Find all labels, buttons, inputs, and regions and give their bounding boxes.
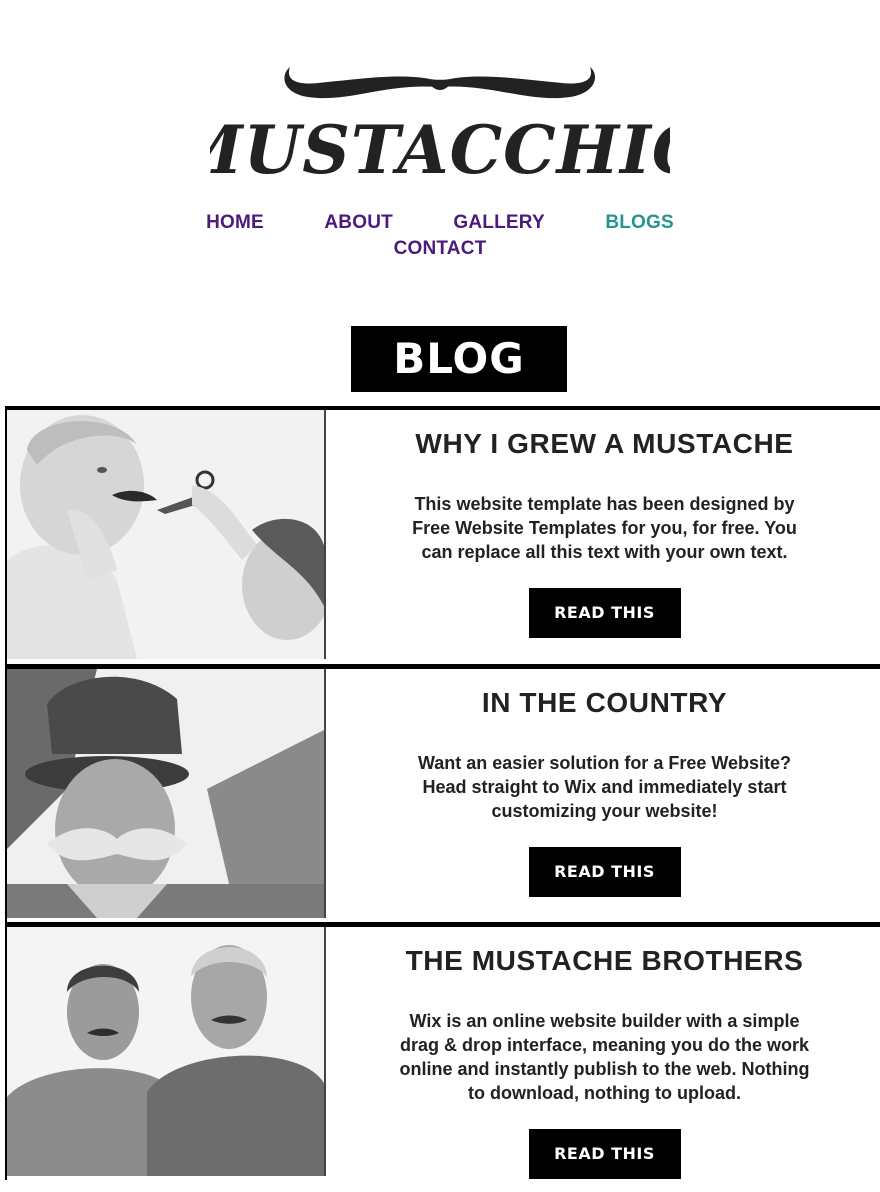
two-smiling-men-photo[interactable] bbox=[7, 927, 326, 1176]
blog-post: THE MUSTACHE BROTHERS Wix is an online w… bbox=[5, 922, 880, 1180]
post-title[interactable]: WHY I GREW A MUSTACHE bbox=[327, 428, 880, 460]
post-content: IN THE COUNTRY Want an easier solution f… bbox=[327, 669, 880, 897]
post-title[interactable]: THE MUSTACHE BROTHERS bbox=[327, 945, 880, 977]
post-content: WHY I GREW A MUSTACHE This website templ… bbox=[327, 410, 880, 638]
read-this-button[interactable]: READ THIS bbox=[528, 1129, 681, 1179]
blog-post: IN THE COUNTRY Want an easier solution f… bbox=[5, 664, 880, 922]
nav-contact[interactable]: CONTACT bbox=[394, 236, 487, 261]
post-excerpt: This website template has been designed … bbox=[412, 494, 797, 562]
post-excerpt: Want an easier solution for a Free Websi… bbox=[417, 753, 792, 821]
post-excerpt: Wix is an online website builder with a … bbox=[399, 1011, 810, 1103]
blog-post-list: WHY I GREW A MUSTACHE This website templ… bbox=[5, 406, 880, 1180]
main-nav: HOME ABOUT GALLERY BLOGS CONTACT bbox=[0, 210, 880, 262]
child-trimming-grandpa-mustache-photo[interactable] bbox=[7, 410, 326, 659]
old-man-with-hat-photo[interactable] bbox=[7, 669, 326, 918]
site-logo[interactable]: MUSTACCHIO bbox=[0, 55, 880, 185]
mustache-logo-icon: MUSTACCHIO bbox=[210, 67, 670, 185]
nav-about[interactable]: ABOUT bbox=[324, 210, 393, 235]
post-title[interactable]: IN THE COUNTRY bbox=[327, 687, 880, 719]
read-this-button[interactable]: READ THIS bbox=[528, 847, 681, 897]
logo-text: MUSTACCHIO bbox=[210, 111, 670, 185]
nav-blogs[interactable]: BLOGS bbox=[605, 210, 674, 235]
nav-gallery[interactable]: GALLERY bbox=[453, 210, 544, 235]
read-this-button[interactable]: READ THIS bbox=[528, 588, 681, 638]
page-title: BLOG bbox=[351, 326, 567, 392]
post-content: THE MUSTACHE BROTHERS Wix is an online w… bbox=[327, 927, 880, 1179]
nav-home[interactable]: HOME bbox=[206, 210, 264, 235]
blog-post: WHY I GREW A MUSTACHE This website templ… bbox=[5, 406, 880, 664]
